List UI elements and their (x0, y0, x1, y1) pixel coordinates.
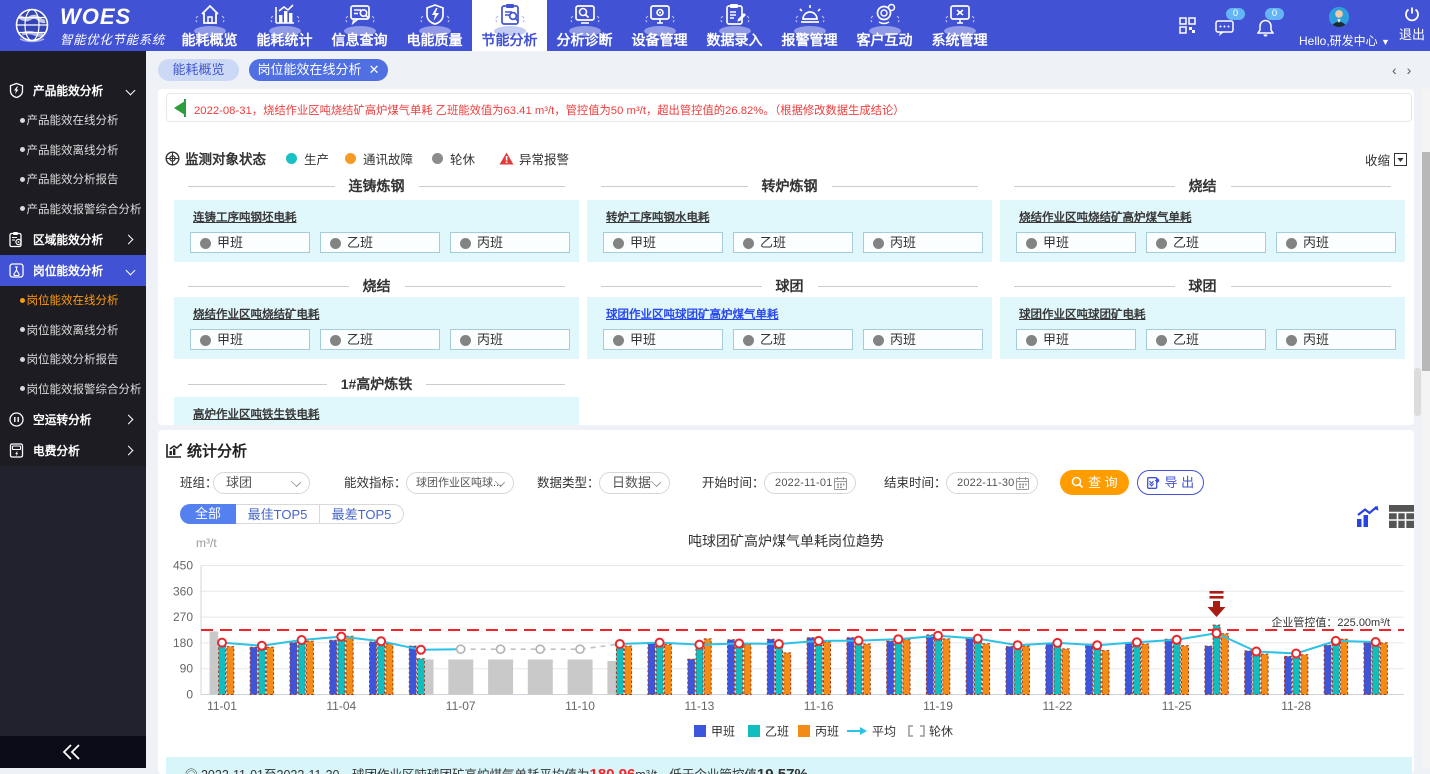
svg-text:11-10: 11-10 (565, 699, 595, 713)
svg-text:11-16: 11-16 (804, 699, 834, 713)
svg-text:11-01: 11-01 (207, 699, 237, 713)
svg-text:11-25: 11-25 (1162, 699, 1192, 713)
svg-text:11-19: 11-19 (923, 699, 953, 713)
svg-text:甲班: 甲班 (711, 725, 735, 739)
svg-text:11-04: 11-04 (326, 699, 356, 713)
svg-text:乙班: 乙班 (765, 725, 789, 739)
svg-text:180: 180 (173, 636, 193, 650)
svg-text:平均: 平均 (872, 725, 896, 739)
svg-text:270: 270 (173, 610, 193, 624)
svg-text:11-13: 11-13 (684, 699, 714, 713)
svg-text:360: 360 (173, 584, 193, 598)
svg-text:企业管控值：225.00m³/t: 企业管控值：225.00m³/t (1271, 615, 1390, 629)
svg-text:11-28: 11-28 (1281, 699, 1311, 713)
svg-text:90: 90 (180, 662, 194, 676)
svg-text:丙班: 丙班 (815, 725, 839, 739)
svg-text:11-22: 11-22 (1042, 699, 1072, 713)
svg-text:轮休: 轮休 (929, 725, 953, 739)
svg-text:11-07: 11-07 (446, 699, 476, 713)
svg-text:0: 0 (186, 688, 193, 702)
svg-text:450: 450 (173, 559, 193, 573)
